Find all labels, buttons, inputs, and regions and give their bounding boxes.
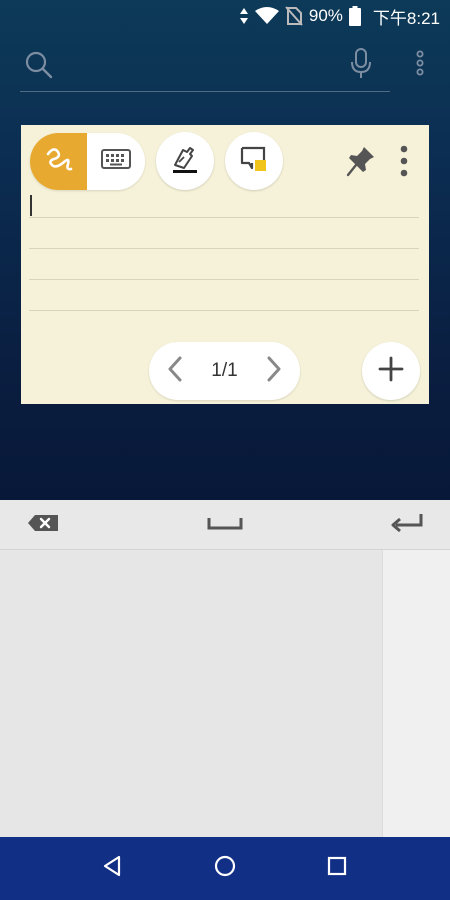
pen-icon [170, 144, 200, 179]
ruled-line [29, 217, 419, 218]
input-mode-toggle[interactable] [30, 133, 145, 190]
battery-icon [348, 6, 361, 26]
handwriting-input-area[interactable] [0, 550, 382, 837]
space-key[interactable] [200, 500, 250, 550]
color-note-icon [238, 143, 270, 180]
data-arrows-icon [239, 7, 249, 25]
page-indicator: 1/1 [211, 360, 238, 381]
recents-button[interactable] [307, 837, 367, 900]
text-cursor [30, 195, 32, 216]
plus-icon [378, 356, 404, 387]
back-button[interactable] [82, 837, 142, 900]
backspace-icon [27, 514, 59, 537]
note-widget[interactable]: 1/1 [21, 125, 429, 404]
ruled-line [29, 279, 419, 280]
page-navigator: 1/1 [149, 342, 300, 400]
chevron-right-icon[interactable] [266, 356, 282, 387]
ruled-line [29, 310, 419, 311]
keyboard-mode-button[interactable] [87, 133, 145, 190]
navigation-bar [0, 837, 450, 900]
wifi-icon [254, 7, 279, 25]
home-button[interactable] [195, 837, 255, 900]
keyboard-side-panel[interactable] [382, 550, 450, 837]
ruled-line [29, 248, 419, 249]
clock: 下午8:21 [372, 8, 440, 28]
recents-icon [327, 856, 347, 881]
keyboard-toolbar [0, 500, 450, 550]
more-vertical-icon[interactable] [399, 145, 409, 182]
enter-icon [390, 513, 424, 538]
search-icon[interactable] [24, 50, 54, 85]
handwriting-icon [44, 144, 74, 179]
status-bar: 90% 下午8:21 [0, 0, 450, 32]
chevron-left-icon[interactable] [167, 356, 183, 387]
keyboard-icon [101, 149, 131, 174]
search-bar[interactable] [20, 42, 390, 92]
mic-icon[interactable] [350, 48, 372, 85]
handwriting-mode-button[interactable] [30, 133, 87, 190]
note-color-button[interactable] [225, 132, 283, 190]
back-icon [102, 855, 122, 882]
battery-percentage: 90% [308, 6, 343, 25]
home-icon [214, 855, 236, 882]
backspace-key[interactable] [18, 500, 68, 550]
no-sim-icon [285, 6, 303, 26]
add-page-button[interactable] [362, 342, 420, 400]
pen-tool-button[interactable] [156, 132, 214, 190]
space-icon [207, 516, 243, 535]
pin-icon[interactable] [346, 145, 376, 184]
more-vertical-icon[interactable] [413, 50, 427, 81]
enter-key[interactable] [382, 500, 432, 550]
